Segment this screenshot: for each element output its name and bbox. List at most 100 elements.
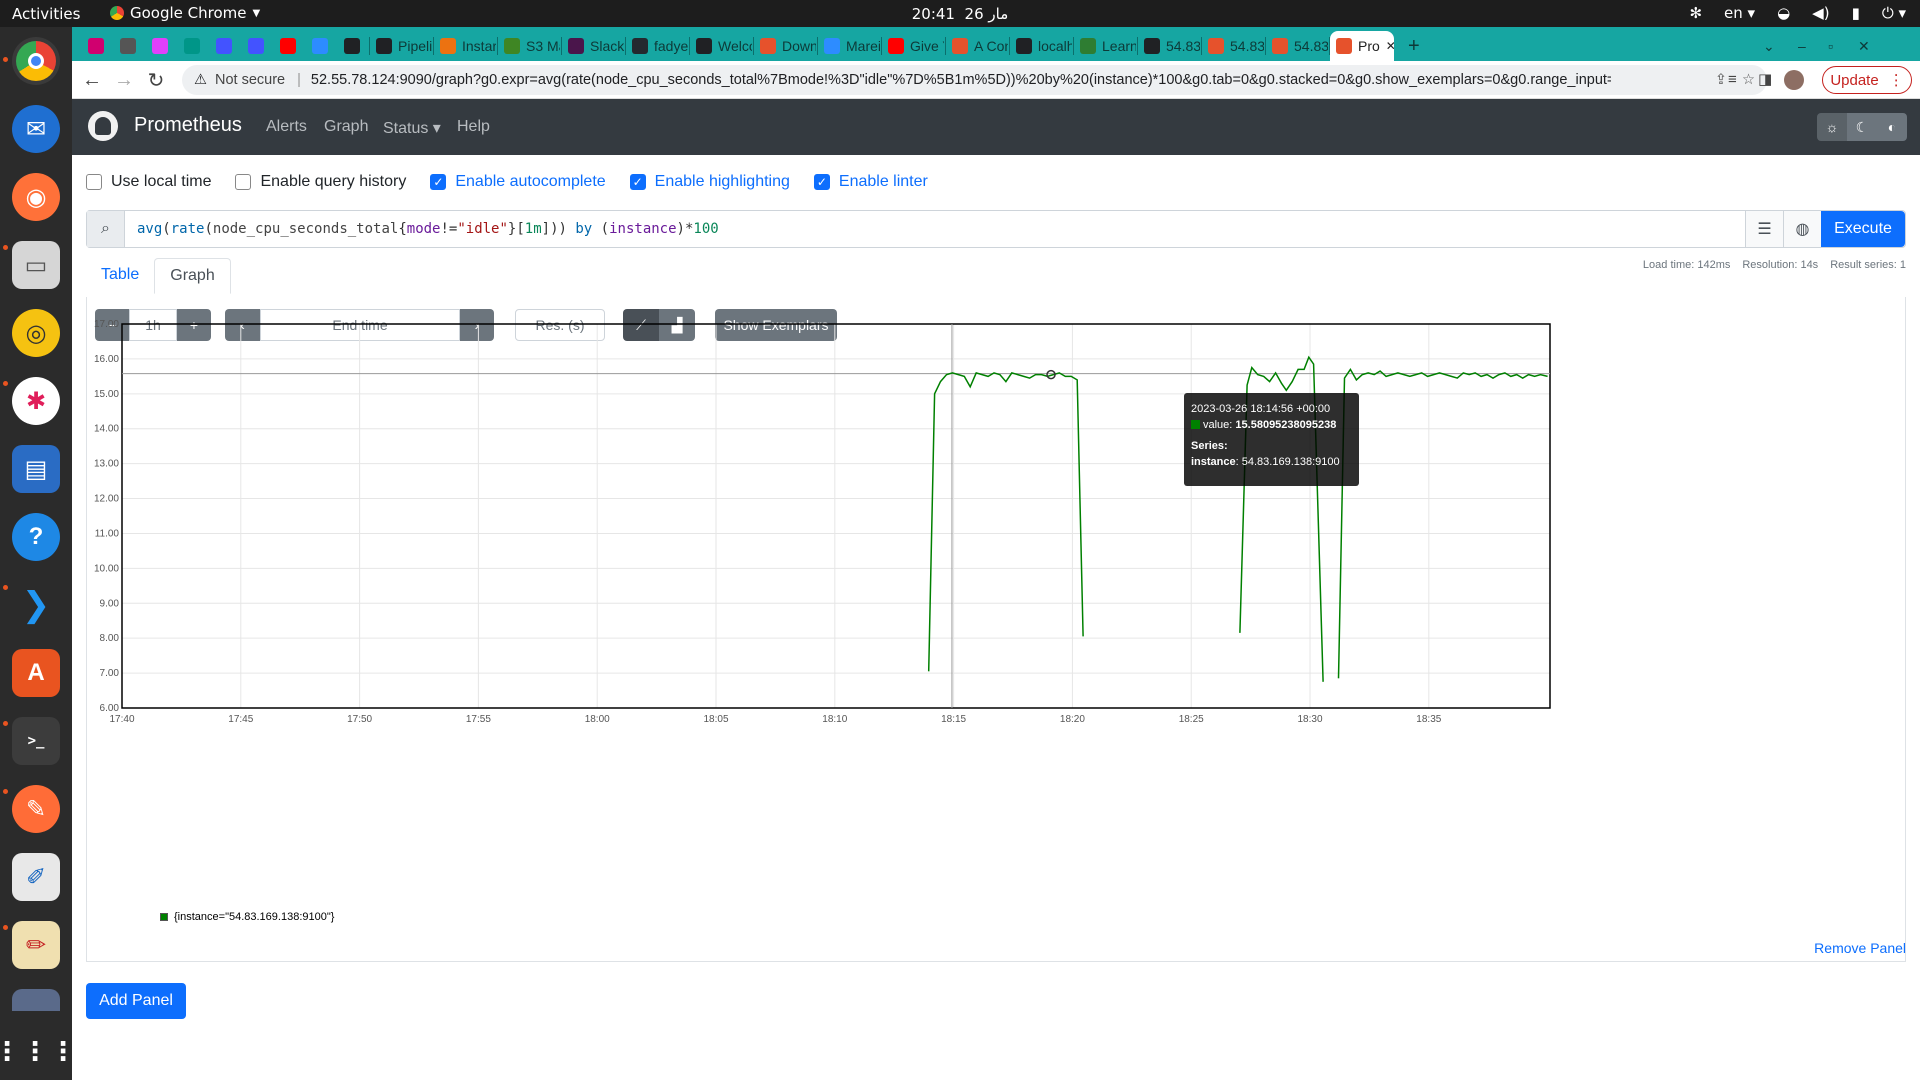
forward-icon[interactable]: → (110, 66, 138, 94)
tab-title: Welco (718, 38, 752, 54)
app-menu[interactable]: Google Chrome ▼ (110, 4, 260, 22)
browser-tab[interactable] (146, 31, 176, 61)
option-4[interactable]: ✓ Enable linter (813, 173, 928, 191)
system-tray[interactable]: ✻ en ▾ ◒ ◀) ▮ ⏻ ▾ (1689, 4, 1906, 22)
browser-tab[interactable]: 54.83 (1266, 31, 1328, 61)
postman-dock-icon[interactable]: ✎ (12, 785, 60, 833)
nav-help[interactable]: Help (457, 118, 490, 136)
browser-theme-icon[interactable]: ◐ (1877, 113, 1907, 141)
rhythmbox-dock-icon[interactable]: ◎ (12, 309, 60, 357)
browser-tab[interactable]: fadye (626, 31, 688, 61)
share-icon[interactable]: ⇪ (1715, 72, 1727, 88)
browser-tab[interactable]: 54.83 (1202, 31, 1264, 61)
side-panel-icon[interactable]: ◨ (1758, 70, 1772, 88)
query-expression-input[interactable]: avg(rate(node_cpu_seconds_total{mode != "i… (125, 211, 1745, 247)
checkbox[interactable]: ✓ (629, 174, 646, 190)
chrome-dock-icon[interactable] (12, 37, 60, 85)
minimize-icon[interactable]: – (1792, 31, 1812, 61)
prometheus-logo-icon[interactable] (88, 111, 118, 141)
more-icon: ⋮ (1888, 72, 1904, 89)
browser-tab[interactable]: Pipeli (370, 31, 432, 61)
browser-tab[interactable]: A Con (946, 31, 1008, 61)
drawing-dock-icon[interactable]: ✏ (12, 921, 60, 969)
browser-tab[interactable] (114, 31, 144, 61)
nav-graph[interactable]: Graph (324, 118, 368, 136)
checkbox[interactable]: ✓ (430, 174, 447, 190)
tab-favicon (568, 38, 584, 54)
metrics-explorer-icon[interactable]: ◍ (1783, 211, 1821, 247)
update-button[interactable]: Update ⋮ (1822, 66, 1912, 94)
vscode-dock-icon[interactable]: ❯ (12, 581, 60, 629)
tab-active[interactable]: Pro ✕ (1330, 31, 1394, 61)
reload-icon[interactable]: ↻ (142, 66, 170, 94)
browser-tab[interactable]: Down (754, 31, 816, 61)
firefox-dock-icon[interactable]: ◉ (12, 173, 60, 221)
browser-tab[interactable]: Slack (562, 31, 624, 61)
show-apps-icon[interactable]: ⋮⋮⋮ (0, 1027, 76, 1075)
profile-avatar[interactable] (1784, 70, 1804, 90)
clock-time: 20:41 (911, 5, 955, 23)
browser-tab[interactable]: Instar (434, 31, 496, 61)
software-dock-icon[interactable]: A (12, 649, 60, 697)
browser-tab[interactable]: 54.83 (1138, 31, 1200, 61)
query-token: } (507, 221, 517, 237)
browser-tab[interactable]: Marei (818, 31, 880, 61)
browser-tab[interactable]: localh (1010, 31, 1072, 61)
slack-dock-icon[interactable]: ✱ (12, 377, 60, 425)
browser-tab[interactable]: S3 Ma (498, 31, 560, 61)
option-0[interactable]: Use local time (86, 173, 211, 191)
remove-panel-link[interactable]: Remove Panel (1814, 940, 1906, 956)
tab-table[interactable]: Table (86, 258, 154, 294)
nav-alerts[interactable]: Alerts (266, 118, 307, 136)
checkbox[interactable] (235, 174, 252, 190)
checkbox[interactable] (86, 174, 102, 190)
maximize-icon[interactable]: ▫ (1822, 31, 1839, 61)
dark-theme-icon[interactable]: ☾ (1847, 113, 1877, 141)
panel-tabs: Table Graph (86, 258, 231, 294)
query-box: ⌕ avg(rate(node_cpu_seconds_total{mode !=… (86, 210, 1906, 248)
drive-dock-icon[interactable] (12, 989, 60, 1011)
close-tab-icon[interactable]: ✕ (1386, 39, 1394, 53)
graph-chart[interactable]: 6.00 7.00 8.00 9.00 10.00 11.00 12.00 13.00 14.0… (87, 297, 1905, 897)
browser-tab[interactable] (82, 31, 112, 61)
tab-graph[interactable]: Graph (154, 258, 231, 294)
writer-dock-icon[interactable]: ▤ (12, 445, 60, 493)
tab-title: 54.83 (1230, 38, 1264, 54)
browser-tab[interactable] (242, 31, 272, 61)
browser-tab[interactable]: Welco (690, 31, 752, 61)
graph-legend[interactable]: {instance="54.83.169.138:9100"} (160, 911, 334, 923)
browser-tab[interactable]: Give Y (882, 31, 944, 61)
files-dock-icon[interactable]: ▭ (12, 241, 60, 289)
x-tick-label: 18:30 (1298, 714, 1323, 725)
format-query-icon[interactable]: ☰ (1745, 211, 1783, 247)
tab-title: localh (1038, 38, 1072, 54)
browser-tab[interactable] (210, 31, 240, 61)
url-input[interactable]: ⚠ Not secure | 52.55.78.124:9090/graph?g… (182, 65, 1767, 95)
browser-tab[interactable] (178, 31, 208, 61)
help-dock-icon[interactable]: ? (12, 513, 60, 561)
tab-search-icon[interactable]: ⌄ (1757, 31, 1781, 61)
execute-button[interactable]: Execute (1821, 211, 1905, 247)
option-2[interactable]: ✓ Enable autocomplete (430, 173, 606, 191)
browser-tab[interactable] (338, 31, 368, 61)
bookmark-star-icon[interactable]: ☆ (1742, 72, 1755, 88)
new-tab-icon[interactable]: + (1402, 31, 1426, 61)
nav-status[interactable]: Status ▾ (383, 118, 441, 138)
light-theme-icon[interactable]: ☼ (1817, 113, 1847, 141)
close-window-icon[interactable]: ✕ (1852, 31, 1876, 61)
browser-tab[interactable]: Learn (1074, 31, 1136, 61)
back-icon[interactable]: ← (78, 66, 106, 94)
thunderbird-dock-icon[interactable]: ✉ (12, 105, 60, 153)
browser-tab[interactable] (274, 31, 304, 61)
clock-button[interactable]: 20:41 26 مار (912, 5, 1009, 23)
reading-list-icon[interactable]: ≡ (1728, 71, 1737, 88)
terminal-dock-icon[interactable]: >_ (12, 717, 60, 765)
activities-button[interactable]: Activities (12, 5, 80, 23)
text-editor-dock-icon[interactable]: ✐ (12, 853, 60, 901)
browser-tab[interactable] (306, 31, 336, 61)
option-1[interactable]: Enable query history (235, 173, 406, 191)
brand-link[interactable]: Prometheus (134, 114, 242, 137)
checkbox[interactable]: ✓ (813, 174, 830, 190)
add-panel-button[interactable]: Add Panel (86, 983, 186, 1019)
option-3[interactable]: ✓ Enable highlighting (629, 173, 790, 191)
